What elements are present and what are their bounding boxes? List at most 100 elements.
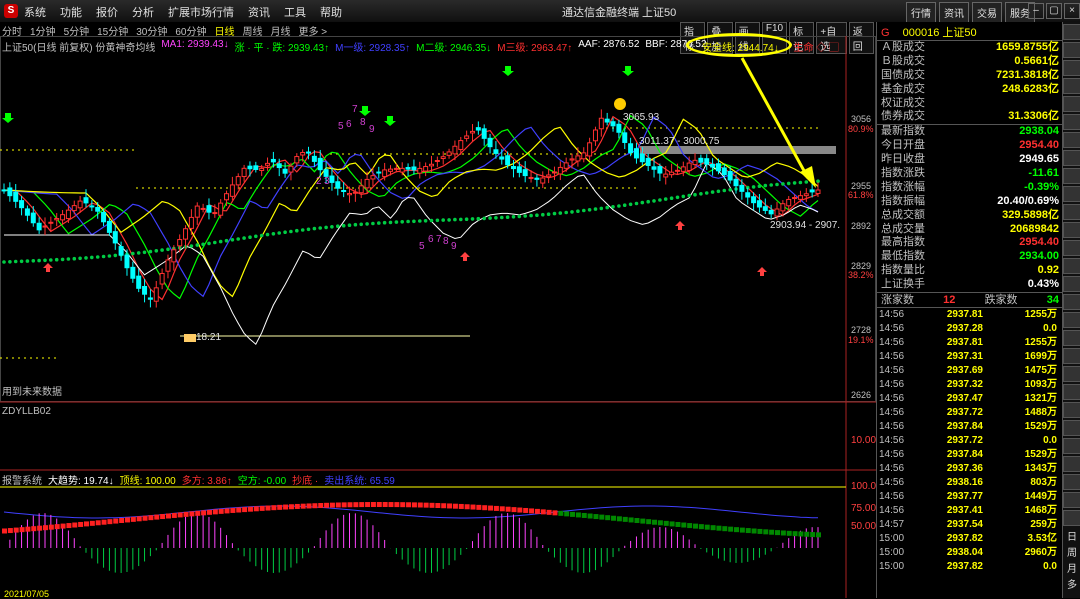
tick-row[interactable]: 14:56 2937.31 1699万 [877,350,1063,364]
sidebar-button[interactable] [1063,366,1080,382]
tick-row[interactable]: 14:56 2937.69 1475万 [877,364,1063,378]
sidebar-button[interactable] [1063,474,1080,490]
tick-time: 15:00 [879,561,905,573]
ind2-trend-block [66,523,72,529]
tick-row[interactable]: 15:00 2937.82 3.53亿 [877,532,1063,546]
sidebar-button[interactable] [1063,42,1080,58]
sidebar-button[interactable] [1063,24,1080,40]
tick-row[interactable]: 14:56 2937.84 1529万 [877,448,1063,462]
sidebar-button[interactable] [1063,258,1080,274]
tick-time: 15:00 [879,533,905,545]
sidebar-button[interactable] [1063,402,1080,418]
sidebar-button[interactable] [1063,132,1080,148]
sidebar-button[interactable] [1063,186,1080,202]
tick-row[interactable]: 15:00 2937.82 0.0 [877,560,1063,574]
channel-dot [582,208,586,213]
tick-time: 14:56 [879,491,905,503]
close-button[interactable]: × [1064,3,1080,19]
sidebar-button[interactable] [1063,294,1080,310]
tick-row[interactable]: 14:56 2937.84 1529万 [877,420,1063,434]
quote-stat-row: 指数涨幅 -0.39% [877,181,1063,195]
candle-body [171,249,177,263]
tick-row[interactable]: 14:56 2938.16 803万 [877,476,1063,490]
ind2-trend-block [353,502,359,508]
sidebar-button[interactable] [1063,276,1080,292]
ind2-trend-block [154,514,160,520]
price-axis-2626: 2626 [851,390,872,400]
tick-row[interactable]: 14:56 2937.72 0.0 [877,434,1063,448]
sidebar-button[interactable] [1063,456,1080,472]
candle-body [639,153,645,163]
tick-price: 2937.84 [946,421,983,433]
sidebar-button[interactable] [1063,312,1080,328]
candle-body [815,189,821,194]
channel-dot [382,220,387,225]
market-button[interactable]: 行情 [906,2,936,23]
ind2-trend-block [288,504,294,510]
ind2-trend-block [417,502,423,508]
ind2-trend-block [130,516,136,522]
sidebar-button[interactable] [1063,168,1080,184]
sidebar-button[interactable] [1063,150,1080,166]
tick-row[interactable]: 14:56 2937.41 1468万 [877,504,1063,518]
sidebar-button[interactable] [1063,438,1080,454]
ind2-trend-block [95,520,101,526]
ind2-trend-block [722,526,728,532]
minimize-button[interactable]: – [1028,3,1044,19]
buy-arrow-icon [460,252,470,261]
news-button[interactable]: 资讯 [939,2,969,23]
sidebar-button[interactable] [1063,348,1080,364]
sidebar-month[interactable]: 月 [1064,560,1080,575]
candlestick-chart[interactable] [0,0,876,598]
quote-stats: Ａ股成交 1659.8755亿 Ｂ股成交 0.5661亿 国债成交 7231.3818亿基… [877,41,1063,292]
candle-body [288,165,294,173]
maximize-button[interactable]: ▢ [1046,3,1062,19]
sidebar-button[interactable] [1063,60,1080,76]
sidebar-button[interactable] [1063,78,1080,94]
tick-row[interactable]: 14:56 2937.81 1255万 [877,308,1063,322]
tick-list[interactable]: 14:56 2937.81 1255万 14:56 2937.28 0.0 14:56 293… [877,308,1063,574]
tick-row[interactable]: 15:00 2938.04 2960万 [877,546,1063,560]
ind2-trend-block [493,505,499,511]
tick-row[interactable]: 14:56 2937.36 1343万 [877,462,1063,476]
tick-row[interactable]: 14:57 2937.54 259万 [877,518,1063,532]
ind2-trend-block [411,502,417,508]
candle-body [510,166,516,170]
sidebar-week[interactable]: 周 [1064,544,1080,559]
channel-dot [488,216,492,220]
channel-dot [494,216,498,220]
sidebar-day[interactable]: 日 [1064,528,1080,543]
sidebar-button[interactable] [1063,222,1080,238]
tick-row[interactable]: 14:56 2937.72 1488万 [877,406,1063,420]
tick-row[interactable]: 14:56 2937.77 1449万 [877,490,1063,504]
ind2-trend-block [312,503,318,509]
sell-arrow-icon [502,66,514,76]
sidebar-button[interactable] [1063,204,1080,220]
quote-stat-row: 总成交额 329.5898亿 [877,209,1063,223]
sidebar-button[interactable] [1063,384,1080,400]
main-chart-legend: 上证50(日线 前复权) 份黄神奇均线 MA1: 2939.43↓ 涨 · 平 … [2,39,713,54]
tick-row[interactable]: 14:56 2937.81 1255万 [877,336,1063,350]
tick-row[interactable]: 14:56 2937.32 1093万 [877,378,1063,392]
sidebar-button[interactable] [1063,420,1080,436]
sidebar-button[interactable] [1063,114,1080,130]
sidebar-button[interactable] [1063,96,1080,112]
channel-dot [341,223,346,228]
candle-body [786,198,792,207]
sidebar-button[interactable] [1063,510,1080,526]
sidebar-button[interactable] [1063,330,1080,346]
tick-row[interactable]: 14:56 2937.28 0.0 [877,322,1063,336]
sidebar-more[interactable]: 多 [1064,576,1080,591]
channel-dot [142,250,147,255]
candle-body [7,187,13,197]
channel-dot [13,259,18,264]
candle-body [604,118,610,123]
tick-row[interactable]: 14:56 2937.47 1321万 [877,392,1063,406]
candle-body [563,162,569,169]
channel-dot [447,218,451,222]
sidebar-button[interactable] [1063,492,1080,508]
candle-body [142,285,148,295]
trade-button[interactable]: 交易 [972,2,1002,23]
sidebar-button[interactable] [1063,240,1080,256]
price-axis-2728: 2728 [851,325,872,335]
